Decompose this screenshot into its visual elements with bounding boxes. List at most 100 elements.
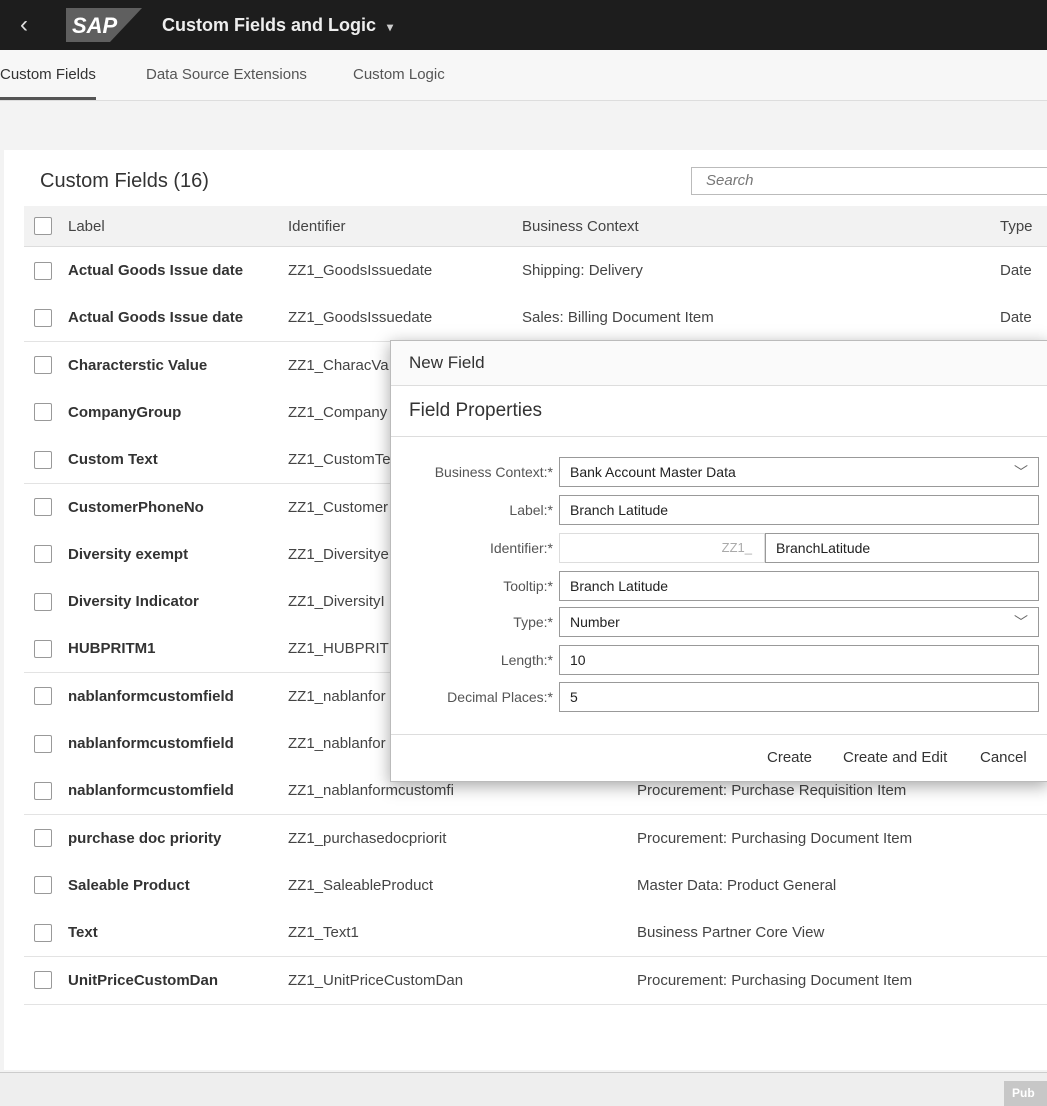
row-type xyxy=(1000,957,1040,1004)
tab-custom-fields[interactable]: Custom Fields xyxy=(0,50,96,100)
row-label: nablanformcustomfield xyxy=(68,735,234,752)
tab-custom-logic[interactable]: Custom Logic xyxy=(353,50,445,100)
row-type xyxy=(1000,909,1040,956)
row-checkbox[interactable] xyxy=(34,971,52,989)
row-identifier: ZZ1_GoodsIssuedate xyxy=(288,262,433,279)
sap-logo-text: SAP xyxy=(72,13,118,38)
sap-logo: SAP xyxy=(66,8,142,42)
row-checkbox[interactable] xyxy=(34,829,52,848)
type-row: Type:* Number ﹀ xyxy=(391,607,1047,637)
row-label: UnitPriceCustomDan xyxy=(68,971,219,989)
row-label: Diversity Indicator xyxy=(68,593,199,611)
table-row[interactable]: UnitPriceCustomDan ZZ1_UnitPriceCustomDan… xyxy=(24,956,1047,1005)
chevron-down-icon: ▾ xyxy=(387,19,394,34)
search-input[interactable]: Search xyxy=(691,167,1047,195)
section-title: Field Properties xyxy=(391,386,1047,437)
row-identifier: ZZ1_SaleableProduct xyxy=(288,876,434,894)
row-business-context: Master Data: Product General xyxy=(637,876,837,894)
decimal-places-input[interactable]: 5 xyxy=(559,682,1039,712)
label-row: Label:* Branch Latitude xyxy=(391,495,1047,525)
shell-bar: ‹ SAP Custom Fields and Logic ▾ xyxy=(0,0,1047,50)
chevron-down-icon: ﹀ xyxy=(1014,614,1028,630)
identifier-input[interactable]: BranchLatitude xyxy=(765,533,1039,563)
row-checkbox[interactable] xyxy=(34,781,52,800)
length-input[interactable]: 10 xyxy=(559,645,1039,675)
row-checkbox[interactable] xyxy=(34,403,52,422)
decimal-places-label: Decimal Places:* xyxy=(447,689,553,705)
create-and-edit-button[interactable]: Create and Edit xyxy=(843,735,947,781)
table-row[interactable]: Saleable Product ZZ1_SaleableProduct Maste… xyxy=(24,861,1047,910)
table-row[interactable]: Actual Goods Issue date ZZ1_GoodsIssuedat… xyxy=(24,247,1047,295)
row-checkbox[interactable] xyxy=(34,592,52,611)
business-context-value: Bank Account Master Data xyxy=(570,464,736,480)
row-business-context: Procurement: Purchasing Document Item xyxy=(637,829,913,847)
row-checkbox[interactable] xyxy=(34,923,52,942)
create-button[interactable]: Create xyxy=(767,735,812,781)
chevron-down-icon: ﹀ xyxy=(1014,464,1028,480)
row-identifier: ZZ1_GoodsIssuedate xyxy=(288,309,433,327)
publish-button[interactable]: Pub xyxy=(1004,1081,1047,1106)
header-business-context[interactable]: Business Context xyxy=(522,206,942,246)
header-identifier[interactable]: Identifier xyxy=(288,206,508,246)
row-checkbox[interactable] xyxy=(34,261,52,280)
type-label: Type:* xyxy=(513,614,553,630)
row-type: Date xyxy=(1000,262,1032,279)
label-input[interactable]: Branch Latitude xyxy=(559,495,1039,525)
row-checkbox[interactable] xyxy=(34,687,52,706)
row-checkbox[interactable] xyxy=(34,545,52,564)
cancel-button[interactable]: Cancel xyxy=(980,735,1027,781)
decimal-places-row: Decimal Places:* 5 xyxy=(391,682,1047,712)
row-label: Custom Text xyxy=(68,451,158,469)
business-context-row: Business Context:* Bank Account Master D… xyxy=(391,457,1047,487)
dialog-title: New Field xyxy=(391,341,1047,386)
table-row[interactable]: purchase doc priority ZZ1_purchasedocprio… xyxy=(24,814,1047,863)
row-label: Diversity exempt xyxy=(68,545,189,563)
row-label: nablanformcustomfield xyxy=(68,782,234,800)
header-label[interactable]: Label xyxy=(68,206,268,246)
row-identifier: ZZ1_Text1 xyxy=(288,924,359,942)
row-type: Date xyxy=(1000,309,1032,327)
row-label: Characterstic Value xyxy=(68,356,208,374)
table-row[interactable]: Text ZZ1_Text1 Business Partner Core View xyxy=(24,909,1047,958)
tab-data-source-extensions[interactable]: Data Source Extensions xyxy=(146,50,307,100)
row-type xyxy=(1000,815,1040,862)
row-label: CompanyGroup xyxy=(68,403,182,421)
label-field-label: Label:* xyxy=(509,502,553,518)
row-label: Actual Goods Issue date xyxy=(68,309,244,327)
tooltip-row: Tooltip:* Branch Latitude xyxy=(391,571,1047,601)
table-title: Custom Fields (16) xyxy=(40,170,209,192)
row-business-context: Sales: Billing Document Item xyxy=(522,309,714,327)
app-title[interactable]: Custom Fields and Logic ▾ xyxy=(162,15,393,36)
length-row: Length:* 10 xyxy=(391,645,1047,675)
row-business-context: Business Partner Core View xyxy=(637,924,825,942)
row-label: Actual Goods Issue date xyxy=(68,262,244,279)
tooltip-label: Tooltip:* xyxy=(503,578,553,594)
business-context-select[interactable]: Bank Account Master Data ﹀ xyxy=(559,457,1039,487)
row-checkbox[interactable] xyxy=(34,308,52,327)
row-type xyxy=(1000,862,1040,909)
table-header: Label Identifier Business Context Type xyxy=(24,206,1047,247)
select-all-checkbox[interactable] xyxy=(34,217,52,235)
row-checkbox[interactable] xyxy=(34,450,52,469)
back-icon[interactable]: ‹ xyxy=(20,11,56,39)
footer-bar: Pub xyxy=(0,1072,1047,1106)
row-checkbox[interactable] xyxy=(34,734,52,753)
new-field-dialog: New Field Field Properties Business Cont… xyxy=(390,340,1047,782)
tab-bar: Custom Fields Data Source Extensions Cus… xyxy=(0,50,1047,101)
row-label: nablanformcustomfield xyxy=(68,687,234,705)
type-select[interactable]: Number ﹀ xyxy=(559,607,1039,637)
row-identifier: ZZ1_purchasedocpriorit xyxy=(288,829,447,847)
row-checkbox[interactable] xyxy=(34,876,52,895)
row-checkbox[interactable] xyxy=(34,356,52,375)
business-context-label: Business Context:* xyxy=(434,464,553,480)
header-type[interactable]: Type xyxy=(1000,206,1040,246)
type-value: Number xyxy=(570,614,620,630)
identifier-prefix: ZZ1_ xyxy=(559,533,765,563)
row-identifier: ZZ1_UnitPriceCustomDan xyxy=(288,971,464,989)
table-row[interactable]: Actual Goods Issue date ZZ1_GoodsIssuedat… xyxy=(24,294,1047,343)
row-label: Saleable Product xyxy=(68,876,190,894)
row-checkbox[interactable] xyxy=(34,498,52,516)
row-checkbox[interactable] xyxy=(34,639,52,658)
row-label: CustomerPhoneNo xyxy=(68,498,204,516)
tooltip-input[interactable]: Branch Latitude xyxy=(559,571,1039,601)
